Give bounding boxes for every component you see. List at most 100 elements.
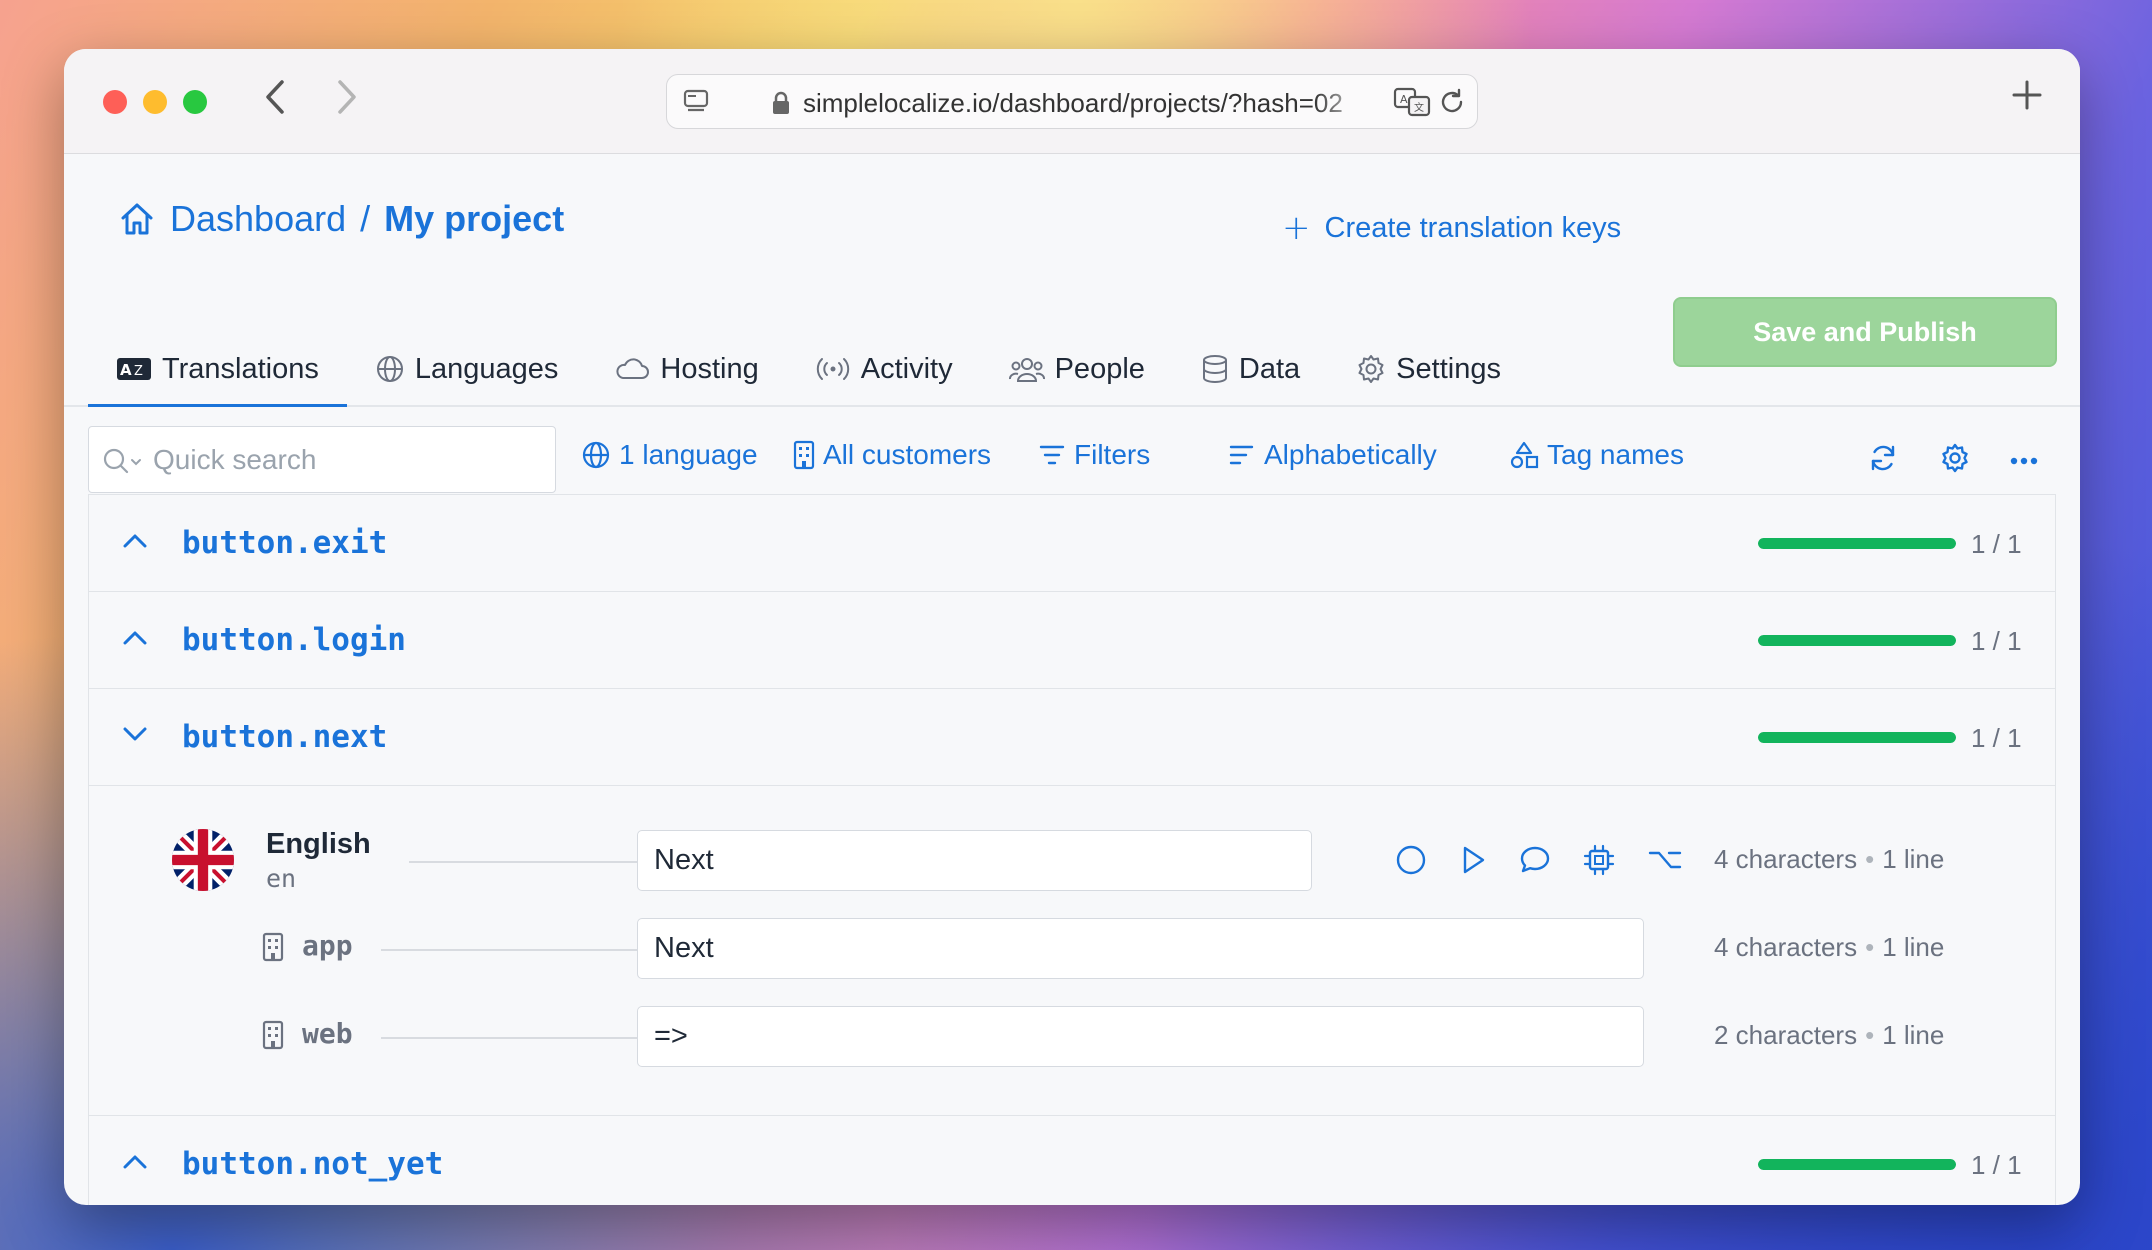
- translation-input-customer[interactable]: =>: [637, 1006, 1644, 1067]
- meta-separator: •: [1865, 1020, 1875, 1050]
- gear-icon: [1358, 355, 1384, 383]
- chevron-up-icon[interactable]: [121, 1152, 149, 1175]
- meta-separator: •: [1865, 844, 1875, 874]
- translation-input-customer[interactable]: Next: [637, 918, 1644, 979]
- translation-key-name[interactable]: button.next: [182, 719, 387, 755]
- translation-actions: [1395, 844, 1683, 881]
- search-icon: [103, 448, 141, 474]
- save-and-publish-button[interactable]: Save and Publish: [1673, 297, 2057, 367]
- tab-settings[interactable]: Settings: [1328, 330, 1529, 408]
- refresh-icon[interactable]: [1868, 443, 1898, 478]
- quick-search-box[interactable]: [88, 426, 556, 493]
- tab-label: Activity: [860, 352, 953, 385]
- create-translation-keys-button[interactable]: + Create translation keys: [1282, 208, 1621, 248]
- option-key-icon[interactable]: [1647, 844, 1683, 881]
- broadcast-icon: [816, 358, 849, 380]
- character-count: 2 characters: [1714, 1020, 1858, 1050]
- language-filter-button[interactable]: 1 language: [581, 439, 758, 471]
- meta-separator: •: [1865, 932, 1875, 962]
- translation-keys-list: button.exit 1 / 1 button.login 1 / 1 but…: [88, 494, 2056, 1205]
- character-count-meta: 4 characters • 1 line: [1714, 844, 1944, 875]
- lock-icon: [771, 91, 791, 120]
- gear-icon[interactable]: [1940, 443, 1970, 478]
- address-bar[interactable]: simplelocalize.io/dashboard/projects/?ha…: [666, 74, 1478, 129]
- reload-icon[interactable]: [1437, 87, 1467, 122]
- breadcrumb: Dashboard / My project: [118, 198, 564, 240]
- tab-label: Languages: [414, 352, 559, 385]
- browser-titlebar: simplelocalize.io/dashboard/projects/?ha…: [64, 49, 2080, 154]
- translation-key-row[interactable]: button.next 1 / 1: [89, 689, 2055, 786]
- tab-activity[interactable]: Activity: [787, 330, 981, 408]
- translation-count: 1 / 1: [1971, 529, 2022, 559]
- tag-names-label: Tag names: [1547, 439, 1684, 470]
- sort-label: Alphabetically: [1264, 439, 1437, 470]
- comment-icon[interactable]: [1519, 844, 1551, 881]
- connector-line: [381, 949, 637, 951]
- line-count: 1 line: [1882, 932, 1945, 962]
- translation-key-name[interactable]: button.exit: [182, 525, 387, 561]
- home-icon[interactable]: [118, 200, 156, 238]
- connector-line: [409, 861, 637, 863]
- breadcrumb-separator: /: [360, 198, 371, 239]
- customers-filter-button[interactable]: All customers: [793, 439, 991, 471]
- svg-text:文: 文: [1414, 101, 1424, 114]
- chevron-up-icon[interactable]: [121, 531, 149, 554]
- tab-label: Hosting: [660, 352, 759, 385]
- shapes-icon: [1510, 441, 1539, 469]
- filters-button[interactable]: Filters: [1038, 439, 1150, 471]
- character-count: 4 characters: [1714, 932, 1858, 962]
- sort-button[interactable]: Alphabetically: [1228, 439, 1437, 471]
- globe-icon: [582, 441, 610, 469]
- breadcrumb-project-name[interactable]: My project: [384, 198, 564, 240]
- tab-data[interactable]: Data: [1173, 330, 1328, 408]
- breadcrumb-dashboard-link[interactable]: Dashboard: [170, 198, 346, 240]
- auto-translate-chip-icon[interactable]: [1583, 844, 1615, 881]
- character-count-meta: 2 characters • 1 line: [1714, 1020, 1944, 1051]
- translation-key-name[interactable]: button.login: [182, 622, 406, 658]
- tab-translations[interactable]: AZ Translations: [88, 330, 347, 408]
- translation-key-row[interactable]: button.exit 1 / 1: [89, 495, 2055, 592]
- create-translation-keys-label: Create translation keys: [1324, 211, 1622, 244]
- cloud-icon: [616, 358, 650, 379]
- back-button[interactable]: [264, 79, 286, 122]
- language-filter-label: 1 language: [619, 439, 758, 470]
- character-count-meta: 4 characters • 1 line: [1714, 932, 1944, 963]
- quick-search-input[interactable]: [153, 441, 533, 479]
- filter-icon: [1039, 445, 1065, 465]
- svg-text:A: A: [1400, 93, 1408, 106]
- translation-count: 1 / 1: [1971, 626, 2022, 656]
- tab-overview-icon[interactable]: [683, 89, 709, 120]
- translation-key-name[interactable]: button.not_yet: [182, 1146, 443, 1182]
- minimize-window-button[interactable]: [143, 90, 167, 114]
- building-icon: [793, 440, 815, 470]
- more-options-icon[interactable]: [2010, 453, 2038, 471]
- forward-button[interactable]: [336, 79, 358, 122]
- tab-label: Settings: [1396, 352, 1501, 385]
- tab-people[interactable]: People: [981, 330, 1173, 408]
- url-text[interactable]: simplelocalize.io/dashboard/projects/?ha…: [803, 88, 1371, 119]
- translation-key-row[interactable]: button.login 1 / 1: [89, 592, 2055, 689]
- chevron-up-icon[interactable]: [121, 628, 149, 651]
- customer-name: app: [302, 929, 353, 962]
- tab-hosting[interactable]: Hosting: [586, 330, 786, 408]
- tag-names-button[interactable]: Tag names: [1509, 439, 1684, 471]
- review-status-icon[interactable]: [1395, 844, 1427, 881]
- translation-key-row[interactable]: button.not_yet 1 / 1: [89, 1116, 2055, 1205]
- chevron-left-icon: [266, 80, 284, 114]
- chevron-down-icon[interactable]: [121, 725, 149, 748]
- new-tab-button[interactable]: [2012, 71, 2042, 120]
- character-count: 4 characters: [1714, 844, 1858, 874]
- svg-text:Z: Z: [134, 364, 143, 379]
- translation-count: 1 / 1: [1971, 723, 2022, 753]
- translate-page-icon[interactable]: A文: [1393, 87, 1431, 122]
- chevron-right-icon: [338, 80, 356, 114]
- play-icon[interactable]: [1459, 844, 1487, 881]
- close-window-button[interactable]: [103, 90, 127, 114]
- tab-languages[interactable]: Languages: [347, 330, 587, 408]
- translation-input-main[interactable]: Next: [637, 830, 1312, 891]
- translations-toolbar: 1 language All customers Filters Alphabe…: [64, 407, 2080, 497]
- tab-label: Translations: [162, 352, 319, 385]
- translate-icon: AZ: [117, 358, 151, 380]
- maximize-window-button[interactable]: [183, 90, 207, 114]
- project-header: Dashboard / My project + Create translat…: [64, 154, 2080, 408]
